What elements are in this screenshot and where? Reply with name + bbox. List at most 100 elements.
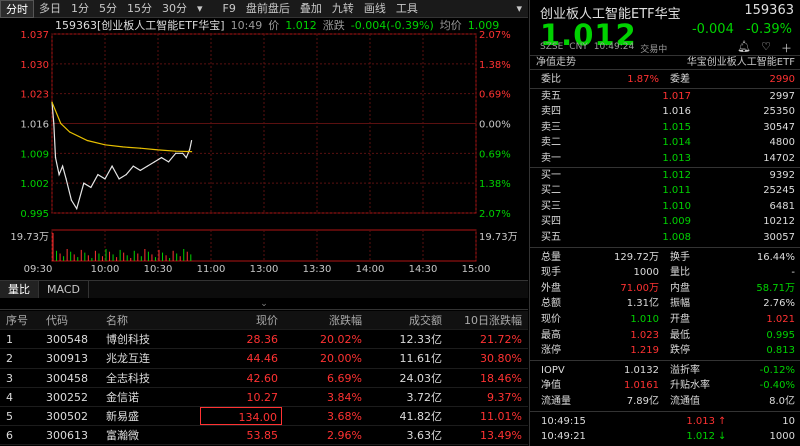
draw-line-button[interactable]: 画线 [359, 0, 391, 18]
col-header-pct[interactable]: 涨跌幅 [282, 311, 366, 329]
bid-level-row[interactable]: 买二 1.011 25245 [530, 183, 800, 199]
ask-level-row[interactable]: 卖一 1.013 14702 [530, 151, 800, 167]
price-point [97, 174, 99, 176]
tab-period-1min[interactable]: 1分 [66, 0, 94, 18]
chevron-down-icon: ▾ [516, 2, 522, 15]
heart-icon[interactable]: ♡ [761, 40, 771, 56]
stat-row[interactable]: 现价 1.010 开盘 1.021 [530, 312, 800, 328]
row-10d-pct: 30.80% [480, 352, 522, 366]
ask-level-row[interactable]: 卖三 1.015 30547 [530, 120, 800, 136]
constituents-table: 序号 代码 名称 现价 涨跌幅 成交额 10日涨跌幅 1 300548 博创科技 28… [0, 311, 528, 446]
row-price: 10.27 [246, 390, 279, 404]
table-row[interactable]: 3 300458 全志科技 42.60 6.69% 24.03亿 18.46% [0, 369, 528, 388]
order-ratio-label: 委比 [541, 74, 561, 85]
col-header-amount[interactable]: 成交额 [366, 311, 446, 329]
price-point [182, 152, 184, 154]
stat-row[interactable]: 外盘 71.00万 内盘 58.71万 [530, 281, 800, 297]
ask-level-row[interactable]: 卖四 1.016 25350 [530, 104, 800, 120]
ask-level-row[interactable]: 卖五 1.017 2997 [530, 89, 800, 105]
table-row[interactable]: 4 300252 金信诺 10.27 3.84% 3.72亿 9.37% [0, 388, 528, 407]
ask-price: 1.013 [662, 153, 691, 164]
chart-time: 10:49 [230, 19, 263, 32]
nav-bar: 净值走势 华宝创业板人工智能ETF [530, 55, 800, 70]
overlay-button[interactable]: 叠加 [295, 0, 327, 18]
stat-value: 16.44% [756, 251, 795, 263]
stat-row[interactable]: 总额 1.31亿 振幅 2.76% [530, 296, 800, 312]
col-header-price[interactable]: 现价 [200, 311, 282, 329]
ask-label: 卖一 [541, 153, 561, 164]
x-tick-label: 13:30 [303, 264, 332, 275]
f9-button[interactable]: F9 [218, 0, 241, 18]
tab-volume-ratio[interactable]: 量比 [0, 281, 39, 298]
td-sequential-button[interactable]: 九转 [327, 0, 359, 18]
bid-level-row[interactable]: 买一 1.012 9392 [530, 168, 800, 184]
tab-macd[interactable]: MACD [39, 281, 89, 298]
table-row[interactable]: 1 300548 博创科技 28.36 20.02% 12.33亿 21.72% [0, 330, 528, 350]
fund-stat-row[interactable]: 流通量 7.89亿 流通值 8.0亿 [530, 394, 800, 410]
bid-level-row[interactable]: 买五 1.008 30057 [530, 230, 800, 246]
nav-trend-link[interactable]: 净值走势 [536, 56, 576, 69]
col-header-no[interactable]: 序号 [0, 311, 40, 329]
tick-row[interactable]: 10:49:21 1.012 ↓ 1000 [530, 429, 800, 445]
resize-handle[interactable]: ⌄ [0, 298, 528, 310]
table-row[interactable]: 2 300913 兆龙互连 44.46 20.00% 11.61亿 30.80% [0, 349, 528, 369]
row-code: 300502 [46, 409, 88, 423]
order-ratio-row[interactable]: 委比 1.87% 委差 2990 [530, 72, 800, 88]
row-pct: 20.02% [320, 333, 362, 347]
bid-level-row[interactable]: 买四 1.009 10212 [530, 214, 800, 230]
col-header-10d[interactable]: 10日涨跌幅 [446, 311, 528, 329]
tab-period-15min[interactable]: 15分 [122, 0, 157, 18]
tab-period-intraday[interactable]: 分时 [0, 0, 34, 18]
stat-row[interactable]: 涨停 1.219 跌停 0.813 [530, 343, 800, 359]
fund-stat-row[interactable]: IOPV 1.0132 溢折率 -0.12% [530, 363, 800, 379]
tick-volume: 10 [782, 415, 795, 427]
table-row[interactable]: 6 300613 富瀚微 53.85 2.96% 3.63亿 13.49% [0, 426, 528, 446]
average-point [86, 139, 88, 142]
bid-label: 买五 [541, 232, 561, 243]
stat-value: 2.76% [763, 298, 795, 310]
period-more-button[interactable]: ▾ [192, 0, 208, 18]
stat-row[interactable]: 总量 129.72万 换手 16.44% [530, 250, 800, 266]
tick-row[interactable]: 10:49:15 1.013 ↑ 10 [530, 414, 800, 430]
stat-row[interactable]: 现手 1000 量比 - [530, 265, 800, 281]
bell-icon[interactable]: 🔔︎ [737, 40, 751, 56]
more-options-button[interactable]: ▾ [510, 2, 528, 15]
table-row[interactable]: 5 300502 新易盛 134.00 3.68% 41.82亿 11.01% [0, 406, 528, 427]
change-percent: -0.39% [746, 22, 792, 37]
row-amount: 41.82亿 [399, 409, 443, 423]
x-tick-label: 15:00 [462, 264, 491, 275]
tools-button[interactable]: 工具 [391, 0, 423, 18]
tab-period-multiday[interactable]: 多日 [34, 0, 66, 18]
price-point [190, 139, 193, 142]
ask-volume: 14702 [763, 153, 795, 164]
stat-label: 内盘 [670, 282, 690, 294]
intraday-chart[interactable]: 1.037 2.07% 1.030 1.38% 1.023 0.69% 1.016 0.00%… [0, 18, 528, 280]
col-header-code[interactable]: 代码 [40, 311, 100, 329]
change-value: -0.004 [691, 22, 734, 37]
ask-volume: 4800 [769, 137, 795, 149]
ask-volume: 25350 [763, 106, 795, 118]
tab-period-5min[interactable]: 5分 [94, 0, 122, 18]
col-header-name[interactable]: 名称 [100, 311, 200, 329]
average-point [69, 131, 71, 133]
row-10d-pct: 21.72% [480, 333, 522, 347]
quote-time: 10:49:24 [593, 42, 635, 52]
price-line [51, 102, 193, 211]
stat-row[interactable]: 最高 1.023 最低 0.995 [530, 328, 800, 344]
plus-icon[interactable]: ＋ [781, 40, 792, 56]
ask-level-row[interactable]: 卖二 1.014 4800 [530, 135, 800, 151]
premarket-button[interactable]: 盘前盘后 [241, 0, 295, 18]
fund-name-link[interactable]: 华宝创业板人工智能ETF [687, 56, 795, 69]
table-body: 1 300548 博创科技 28.36 20.02% 12.33亿 21.72% 2 30091… [0, 330, 528, 446]
y-tick-label-left: 1.037 [20, 30, 49, 41]
order-diff-label: 委差 [670, 74, 690, 85]
price-point [58, 174, 60, 176]
bid-level-row[interactable]: 买三 1.010 6481 [530, 199, 800, 215]
stat-label: 振幅 [670, 298, 690, 310]
fund-stat-label: 溢折率 [670, 364, 700, 376]
bid-price: 1.008 [662, 232, 691, 243]
fund-stat-row[interactable]: 净值 1.0161 升贴水率 -0.40% [530, 378, 800, 394]
tab-period-30min[interactable]: 30分 [157, 0, 192, 18]
row-10d-pct: 13.49% [480, 429, 522, 443]
y-tick-label-right: 1.38% [479, 60, 511, 71]
